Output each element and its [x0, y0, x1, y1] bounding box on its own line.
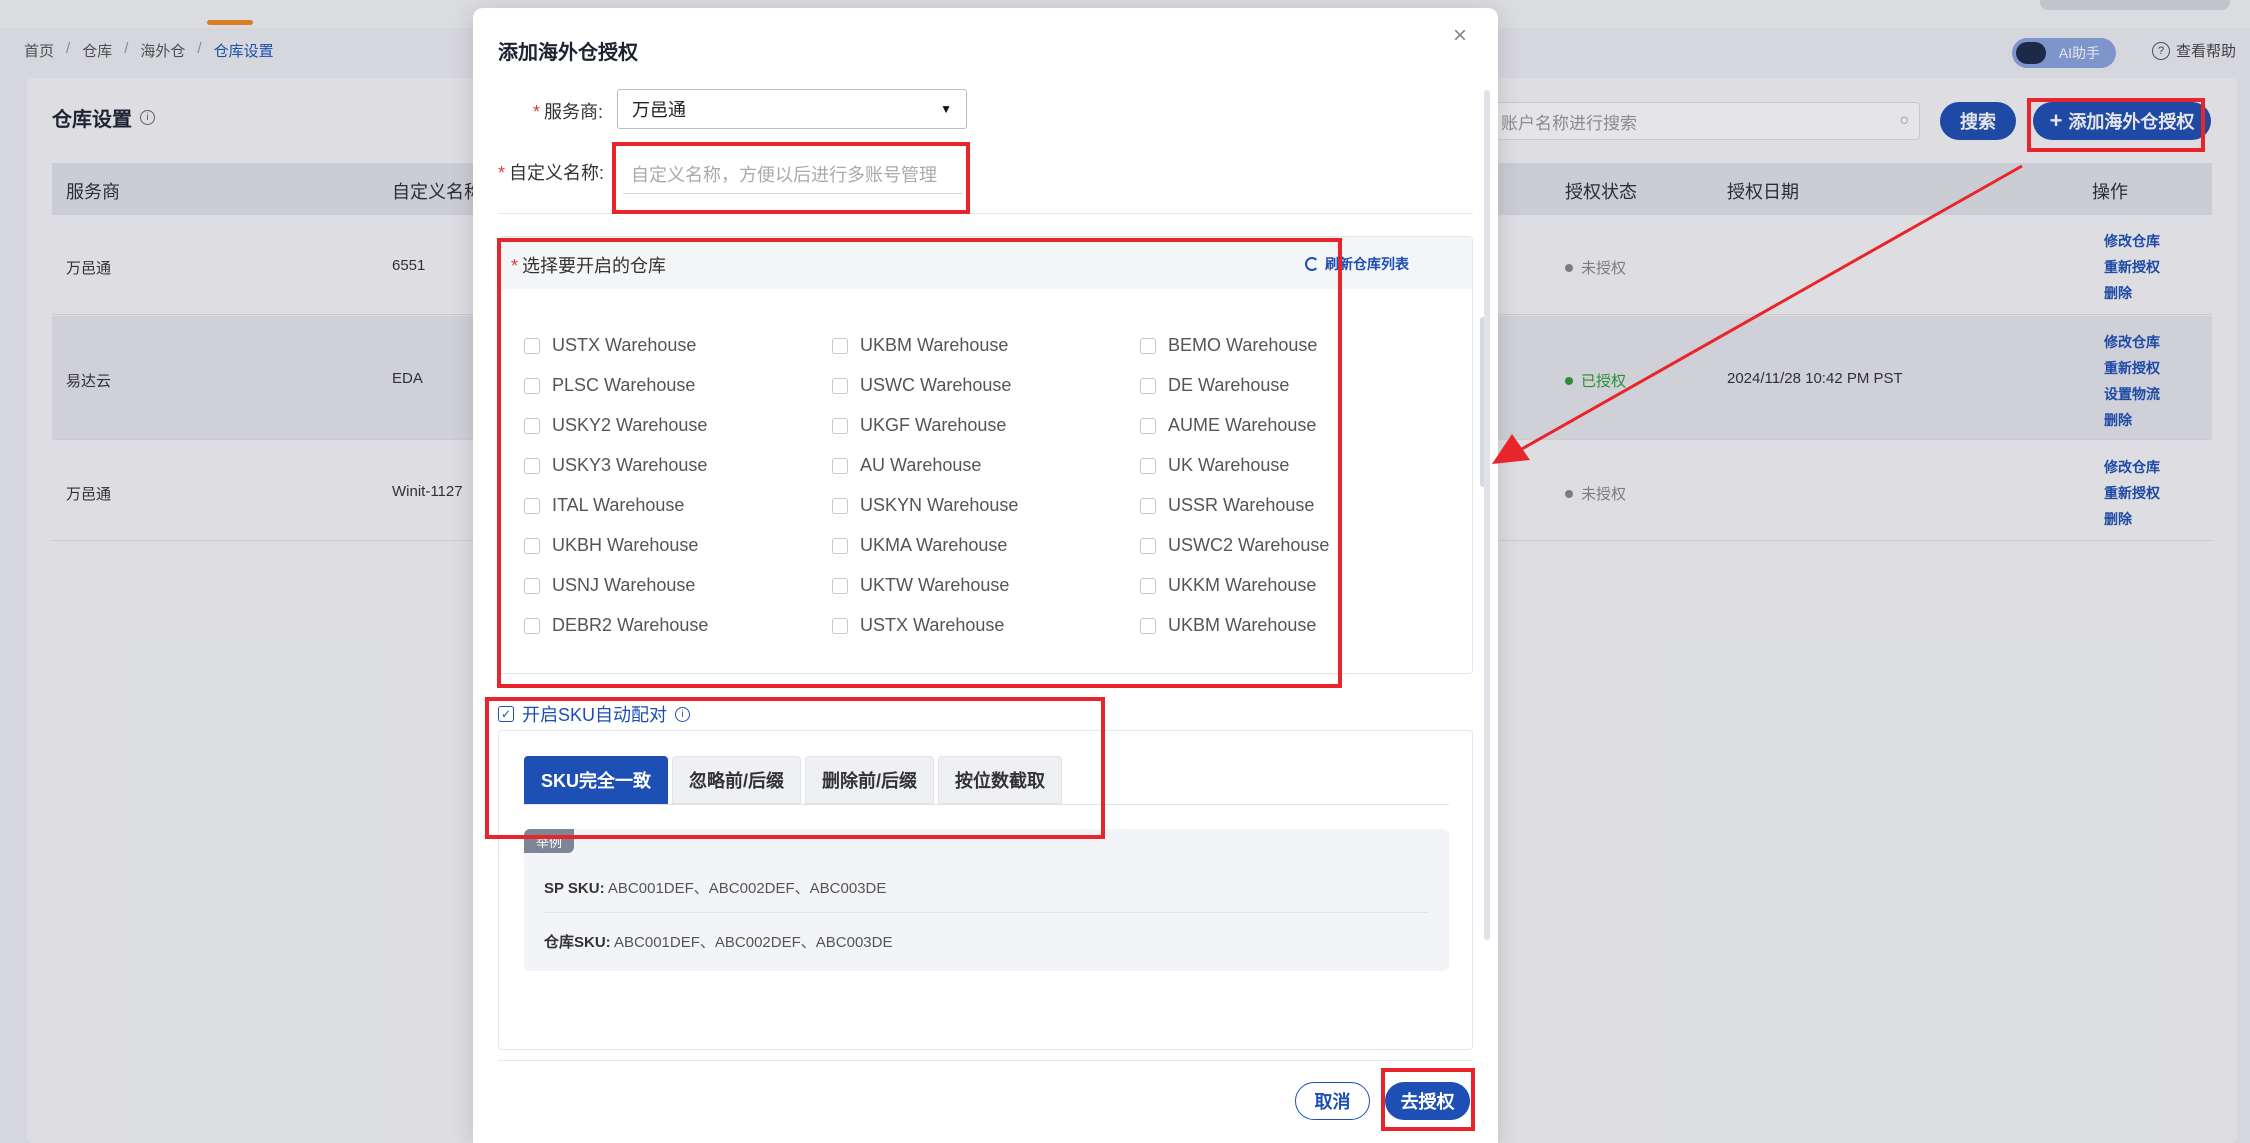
annotation-arrow [1492, 164, 2023, 464]
